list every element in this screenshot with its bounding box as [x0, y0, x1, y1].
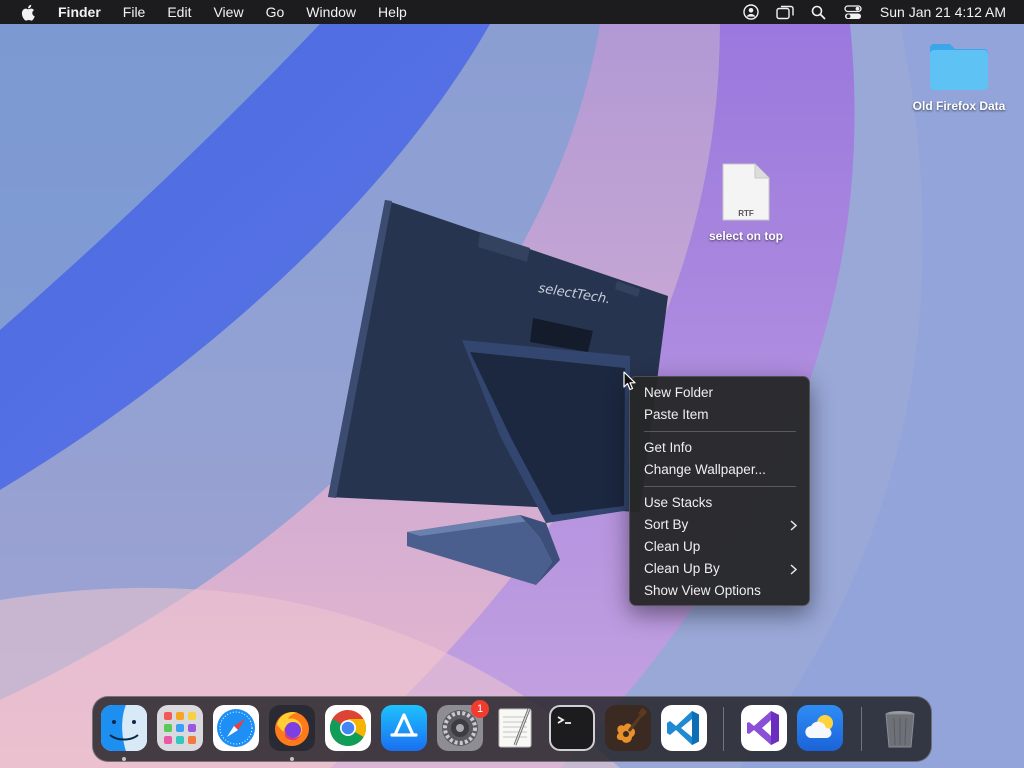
- launchpad-icon: [157, 705, 203, 751]
- visual-studio-icon: [741, 705, 787, 751]
- desktop-context-menu: New Folder Paste Item Get Info Change Wa…: [629, 376, 810, 606]
- menu-item-clean-up[interactable]: Clean Up: [630, 536, 809, 558]
- folder-icon: [930, 44, 988, 90]
- dock: 1: [92, 696, 932, 762]
- desktop-wallpaper[interactable]: selectTech.: [0, 0, 1024, 768]
- guitar-icon: [605, 705, 651, 751]
- trash-icon: [885, 711, 915, 748]
- dock-app-textedit[interactable]: [493, 705, 539, 751]
- menu-item-label: Sort By: [644, 517, 689, 532]
- menu-help[interactable]: Help: [367, 0, 418, 24]
- terminal-icon: [549, 705, 595, 751]
- chrome-icon: [325, 705, 371, 751]
- safari-icon: [213, 705, 259, 751]
- menu-item-new-folder[interactable]: New Folder: [630, 382, 809, 404]
- menu-item-sort-by[interactable]: Sort By: [630, 514, 809, 536]
- mouse-cursor-icon: [623, 371, 637, 396]
- dock-app-weather[interactable]: [797, 705, 843, 751]
- menu-file[interactable]: File: [112, 0, 157, 24]
- chevron-right-icon: [790, 514, 797, 536]
- desktop-icon-label: select on top: [708, 229, 783, 243]
- menu-window[interactable]: Window: [295, 0, 367, 24]
- running-indicator: [290, 757, 294, 761]
- file-type-label: RTF: [738, 209, 754, 218]
- app-store-icon: [381, 705, 427, 751]
- dock-divider: [723, 707, 724, 751]
- menu-item-clean-up-by[interactable]: Clean Up By: [630, 558, 809, 580]
- menu-item-use-stacks[interactable]: Use Stacks: [630, 492, 809, 514]
- desktop-icon-old-firefox-data[interactable]: Old Firefox Data: [904, 38, 1014, 113]
- desktop-icon-select-on-top[interactable]: RTF select on top: [696, 162, 796, 243]
- running-indicator: [122, 757, 126, 761]
- textedit-icon: [498, 708, 532, 748]
- menu-item-get-info[interactable]: Get Info: [630, 437, 809, 459]
- dock-app-app-store[interactable]: [381, 705, 427, 751]
- chevron-right-icon: [790, 558, 797, 580]
- dock-app-terminal[interactable]: [549, 705, 595, 751]
- dock-divider: [861, 707, 862, 751]
- dock-app-safari[interactable]: [213, 705, 259, 751]
- menu-bar: Finder File Edit View Go Window Help Sun…: [0, 0, 1024, 24]
- dock-app-launchpad[interactable]: [157, 705, 203, 751]
- dock-app-finder[interactable]: [101, 705, 147, 751]
- wallpaper-graphic: selectTech.: [0, 24, 1024, 768]
- vscode-icon: [661, 705, 707, 751]
- menu-item-paste-item[interactable]: Paste Item: [630, 404, 809, 426]
- dock-app-trash[interactable]: [877, 705, 923, 751]
- apple-menu-icon[interactable]: [16, 0, 38, 24]
- dock-app-visual-studio-code[interactable]: [661, 705, 707, 751]
- desktop-icon-label: Old Firefox Data: [912, 99, 1006, 113]
- screen-mirroring-icon[interactable]: [774, 0, 796, 24]
- menu-app-name[interactable]: Finder: [52, 0, 112, 24]
- firefox-icon: [269, 705, 315, 751]
- user-account-icon[interactable]: [740, 0, 762, 24]
- menu-item-label: Clean Up By: [644, 561, 720, 576]
- control-center-icon[interactable]: [842, 0, 864, 24]
- dock-app-garageband[interactable]: [605, 705, 651, 751]
- menu-item-show-view-options[interactable]: Show View Options: [630, 580, 809, 602]
- dock-app-visual-studio[interactable]: [741, 705, 787, 751]
- finder-icon: [101, 705, 147, 751]
- menu-go[interactable]: Go: [255, 0, 296, 24]
- menu-view[interactable]: View: [202, 0, 254, 24]
- menu-bar-clock[interactable]: Sun Jan 21 4:12 AM: [880, 4, 1006, 20]
- menu-item-change-wallpaper[interactable]: Change Wallpaper...: [630, 459, 809, 481]
- menu-separator: [644, 486, 796, 487]
- menu-edit[interactable]: Edit: [156, 0, 202, 24]
- weather-icon: [797, 705, 843, 751]
- dock-app-firefox[interactable]: [269, 705, 315, 751]
- dock-app-google-chrome[interactable]: [325, 705, 371, 751]
- menu-separator: [644, 431, 796, 432]
- notification-badge: 1: [471, 700, 489, 718]
- spotlight-search-icon[interactable]: [808, 0, 830, 24]
